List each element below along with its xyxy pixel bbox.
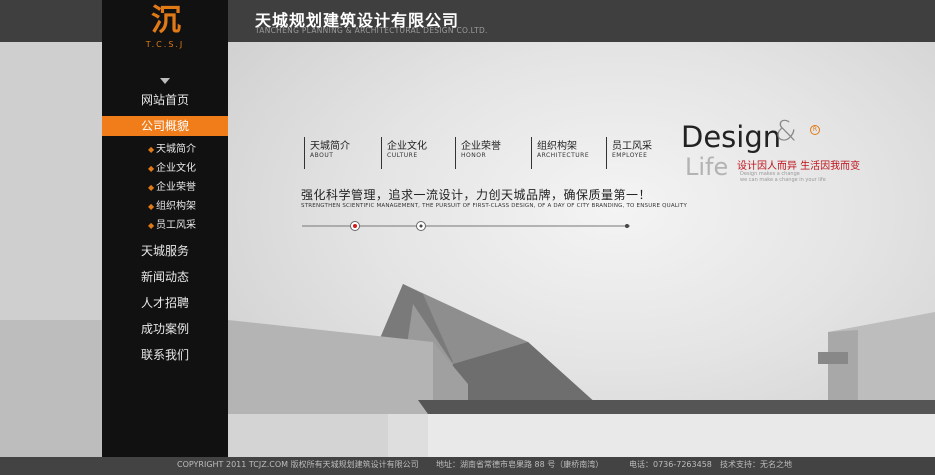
nav-label-en: EMPLOYEE: [612, 152, 648, 159]
sidebar-item-contact[interactable]: 联系我们: [102, 345, 228, 365]
footer-copyright: COPYRIGHT 2011 TCJZ.COM 版权所有天城规划建筑设计有限公司: [177, 460, 419, 469]
company-name-en: TANCHENG PLANNING & ARCHITECTURAL DESIGN…: [255, 26, 488, 35]
slogan-cn: 强化科学管理，追求一流设计，力创天城品牌，确保质量第一！: [301, 188, 652, 202]
sidebar-subitem-label: 员工风采: [156, 220, 196, 231]
chevron-down-icon: [160, 78, 170, 84]
nav-label-en: ARCHITECTURE: [537, 152, 590, 159]
nav-divider: [304, 137, 305, 169]
bullet-icon: ◆: [148, 145, 155, 154]
nav-label: 组织构架: [537, 141, 577, 152]
slider-track[interactable]: [300, 219, 640, 233]
design-word: Design: [681, 120, 782, 154]
bullet-icon: ◆: [148, 164, 155, 173]
logo[interactable]: 沉 T.C.S.J: [102, 0, 228, 60]
footer: COPYRIGHT 2011 TCJZ.COM 版权所有天城规划建筑设计有限公司…: [0, 457, 935, 475]
design-slogan-cn: 设计因人而异 生活因我而变: [737, 161, 861, 172]
sidebar-subitem-culture[interactable]: ◆ 企业文化: [102, 160, 228, 178]
sidebar-item-careers[interactable]: 人才招聘: [102, 293, 228, 313]
left-background-stripe: [0, 320, 102, 457]
nav-label-en: CULTURE: [387, 152, 418, 159]
bullet-icon: ◆: [148, 221, 155, 230]
ampersand: &: [775, 114, 797, 147]
sidebar-item-news[interactable]: 新闻动态: [102, 267, 228, 287]
nav-divider: [455, 137, 456, 169]
sidebar-item-company-overview[interactable]: 公司概貌: [102, 116, 228, 136]
sidebar-subitem-label: 企业荣誉: [156, 182, 196, 193]
design-small-text: Design makes a change we can make a chang…: [740, 171, 826, 183]
slider-dot-active: [353, 224, 357, 228]
logo-mark: 沉: [151, 3, 181, 38]
slider-end-dot: [625, 224, 629, 228]
nav-divider: [381, 137, 382, 169]
sidebar-item-cases[interactable]: 成功案例: [102, 319, 228, 339]
sidebar-subitem-about[interactable]: ◆ 天城简介: [102, 141, 228, 159]
sidebar-subitem-employee[interactable]: ◆ 员工风采: [102, 217, 228, 235]
building-illustration: [228, 284, 935, 457]
sidebar-item-home[interactable]: 网站首页: [102, 90, 228, 110]
sidebar-subitem-label: 组织构架: [156, 201, 196, 212]
footer-phone: 电话：0736-7263458: [629, 460, 712, 469]
left-background-panel: [0, 42, 102, 457]
slogan-en: STRENGTHEN SCIENTIFIC MANAGEMENT, THE PU…: [301, 203, 687, 209]
footer-support: 技术支持：无名之地: [720, 460, 792, 469]
bullet-icon: ◆: [148, 202, 155, 211]
life-word: Life: [685, 153, 729, 181]
nav-divider: [606, 137, 607, 169]
sidebar-subitem-honor[interactable]: ◆ 企业荣誉: [102, 179, 228, 197]
bullet-icon: ◆: [148, 183, 155, 192]
nav-label-en: ABOUT: [310, 152, 334, 159]
sidebar-subitem-label: 天城简介: [156, 144, 196, 155]
logo-letters: T.C.S.J: [145, 40, 185, 49]
sidebar-subitem-label: 企业文化: [156, 163, 196, 174]
footer-address: 地址：湖南省常德市皂果路 88 号（康桥南湾）: [436, 460, 604, 469]
nav-label: 天城简介: [310, 141, 350, 152]
nav-label: 员工风采: [612, 141, 652, 152]
slider-dot-center: [419, 224, 423, 228]
sidebar-item-services[interactable]: 天城服务: [102, 241, 228, 261]
nav-label: 企业文化: [387, 141, 427, 152]
registered-icon: R: [810, 125, 820, 135]
main-banner: [228, 42, 935, 457]
nav-label: 企业荣誉: [461, 141, 501, 152]
sidebar-subitem-structure[interactable]: ◆ 组织构架: [102, 198, 228, 216]
sidebar: 沉 T.C.S.J 网站首页 公司概貌 ◆ 天城简介 ◆ 企业文化 ◆ 企业荣誉 ◆ 组…: [102, 0, 228, 457]
nav-label-en: HONOR: [461, 152, 487, 159]
nav-divider: [531, 137, 532, 169]
design-small-line: we can make a change in your life: [740, 177, 826, 183]
